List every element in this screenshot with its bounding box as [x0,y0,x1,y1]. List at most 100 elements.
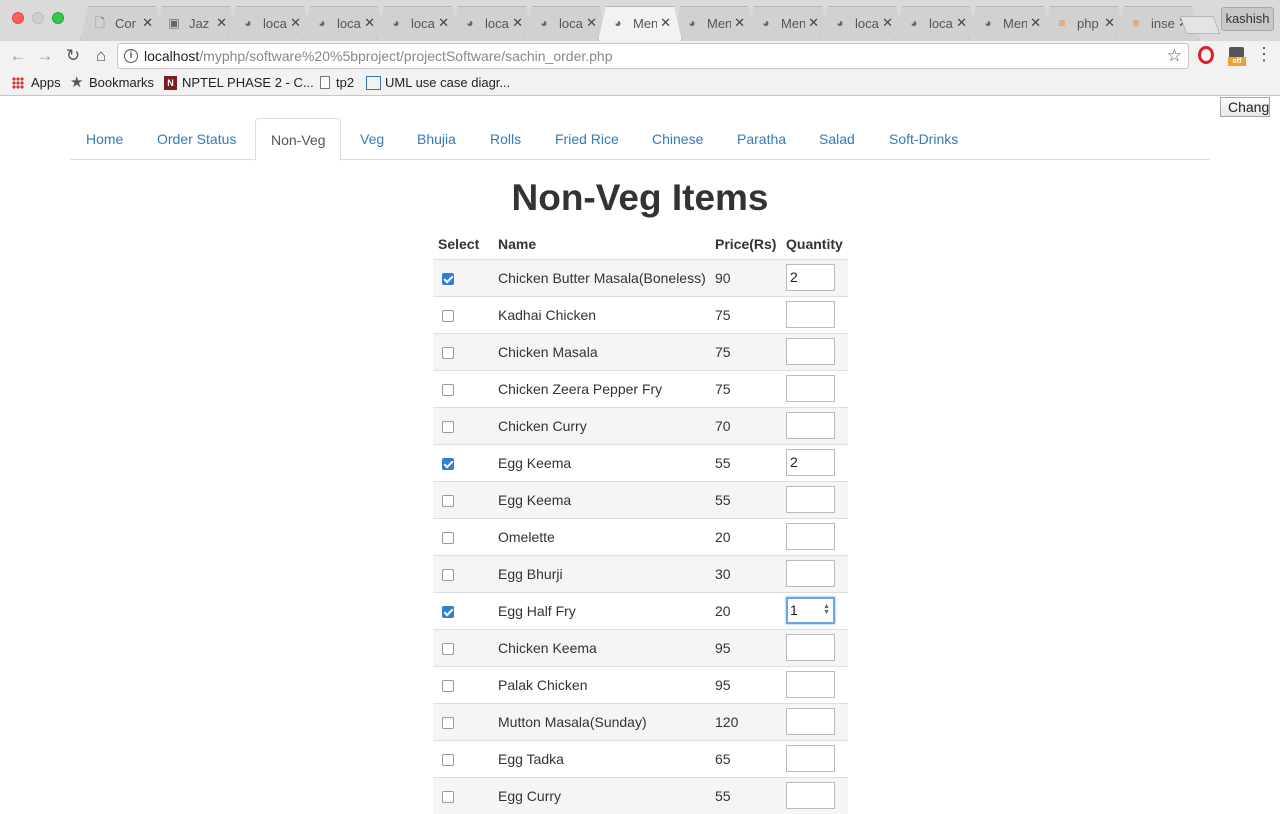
nav-tab-soft-drinks[interactable]: Soft-Drinks [889,118,958,160]
item-checkbox[interactable] [442,346,454,359]
nav-tab-paratha[interactable]: Paratha [737,118,786,160]
browser-tab[interactable]: ◕ Men ✕ [672,6,756,41]
window-close-button[interactable] [12,12,24,24]
tab-close-icon[interactable]: ✕ [660,15,671,31]
forward-arrow-icon[interactable]: → [34,45,56,67]
address-bar[interactable]: i localhost/myphp/software%20%5bproject/… [117,43,1189,69]
browser-tab[interactable]: ◕ loca ✕ [894,6,978,41]
item-checkbox[interactable] [442,272,454,285]
tab-close-icon[interactable]: ✕ [586,15,597,31]
browser-tab[interactable]: ◕ loca ✕ [302,6,386,41]
browser-tab-title: Men [781,16,805,31]
tab-close-icon[interactable]: ✕ [364,15,375,31]
quantity-input[interactable]: 2 [786,449,835,476]
tab-close-icon[interactable]: ✕ [956,15,967,31]
quantity-input[interactable] [786,523,835,550]
item-checkbox[interactable] [442,753,454,766]
back-arrow-icon[interactable]: ← [7,45,29,67]
tab-close-icon[interactable]: ✕ [142,15,153,31]
browser-tab[interactable]: ◕ loca ✕ [450,6,534,41]
browser-tab[interactable]: ◕ loca ✕ [524,6,608,41]
extension-icon[interactable]: off [1228,45,1246,66]
item-checkbox[interactable] [442,494,454,507]
browser-tab[interactable]: ◕ Men ✕ [746,6,830,41]
bookmark-tp2[interactable]: tp2 [336,75,354,90]
item-checkbox[interactable] [442,605,454,618]
tab-close-icon[interactable]: ✕ [808,15,819,31]
item-price: 55 [710,776,781,814]
change-button[interactable]: Change [1220,97,1270,117]
quantity-input[interactable] [786,560,835,587]
new-tab-button[interactable] [1179,16,1221,34]
bookmark-bookmarks[interactable]: Bookmarks [89,75,154,90]
quantity-input[interactable]: 1 ▲ ▼ [786,597,835,624]
item-checkbox[interactable] [442,568,454,581]
browser-tab[interactable]: ◕ loca ✕ [820,6,904,41]
reload-icon[interactable]: ↻ [62,45,84,67]
info-icon[interactable]: i [124,49,138,63]
nav-tab-order-status[interactable]: Order Status [157,118,236,160]
browser-tab[interactable]: ▣ Jaz ✕ [154,6,238,41]
nav-tab-bhujia[interactable]: Bhujia [417,118,456,160]
browser-tab[interactable]: ◕ loca ✕ [376,6,460,41]
tab-close-icon[interactable]: ✕ [734,15,745,31]
quantity-input[interactable]: 2 [786,264,835,291]
item-checkbox[interactable] [442,790,454,803]
quantity-input[interactable] [786,782,835,810]
url-text: localhost/myphp/software%20%5bproject/pr… [144,48,613,64]
quantity-input[interactable] [786,634,835,661]
select-cell [433,591,493,629]
item-checkbox[interactable] [442,679,454,692]
quantity-input[interactable] [786,671,835,698]
bookmark-nptel[interactable]: NPTEL PHASE 2 - C... [182,75,314,90]
quantity-input[interactable] [786,338,835,365]
profile-button[interactable]: kashish [1221,7,1274,31]
item-checkbox[interactable] [442,420,454,433]
bookmark-star-icon[interactable]: ☆ [1167,46,1182,66]
home-icon[interactable]: ⌂ [90,45,112,67]
chat-icon: ▣ [168,16,180,30]
bookmark-uml[interactable]: UML use case diagr... [385,75,510,90]
nav-tab-veg[interactable]: Veg [360,118,384,160]
nav-tab-salad[interactable]: Salad [819,118,855,160]
item-checkbox[interactable] [442,309,454,322]
item-checkbox[interactable] [442,383,454,396]
browser-tab[interactable]: ≡ php ✕ [1042,6,1126,41]
quantity-input[interactable] [786,745,835,772]
quantity-input[interactable] [786,412,835,439]
browser-tab[interactable]: ◕ Men ✕ [598,6,682,41]
tab-close-icon[interactable]: ✕ [1030,15,1041,31]
nav-tab-chinese[interactable]: Chinese [652,118,703,160]
item-checkbox[interactable] [442,642,454,655]
quantity-input[interactable] [786,708,835,735]
browser-tab[interactable]: ◕ loca ✕ [228,6,312,41]
tab-close-icon[interactable]: ✕ [438,15,449,31]
tab-close-icon[interactable]: ✕ [882,15,893,31]
browser-menu-icon[interactable]: ⋮ [1255,44,1273,65]
item-checkbox[interactable] [442,457,454,470]
browser-tab[interactable]: ◕ Men ✕ [968,6,1052,41]
tab-close-icon[interactable]: ✕ [512,15,523,31]
quantity-input[interactable] [786,486,835,513]
nav-tab-non-veg[interactable]: Non-Veg [255,118,342,161]
opera-icon[interactable] [1198,46,1214,64]
tab-close-icon[interactable]: ✕ [1104,15,1115,31]
item-checkbox[interactable] [442,716,454,729]
select-cell [433,554,493,592]
window-minimize-button[interactable] [32,12,44,24]
nav-tab-fried-rice[interactable]: Fried Rice [555,118,619,160]
tab-close-icon[interactable]: ✕ [216,15,227,31]
quantity-input[interactable] [786,301,835,328]
browser-tab[interactable]: 🗋 Cor ✕ [80,6,164,41]
table-row: Chicken Keema 95 [433,628,848,666]
item-price: 20 [710,517,781,555]
nav-tab-rolls[interactable]: Rolls [490,118,521,160]
bookmark-apps[interactable]: Apps [31,75,61,90]
quantity-input[interactable] [786,375,835,402]
item-checkbox[interactable] [442,531,454,544]
window-maximize-button[interactable] [52,12,64,24]
item-price: 55 [710,480,781,518]
spinner-arrows-icon[interactable]: ▲ ▼ [823,603,830,616]
tab-close-icon[interactable]: ✕ [290,15,301,31]
nav-tab-home[interactable]: Home [86,118,123,160]
